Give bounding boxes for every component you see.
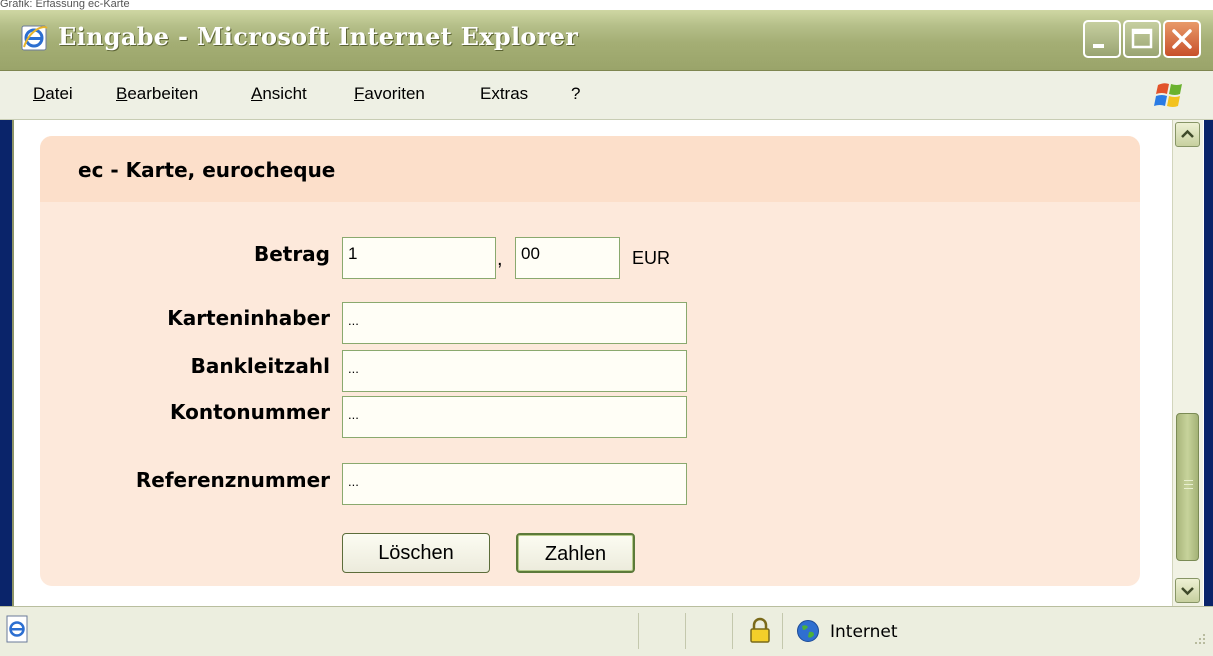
clear-button[interactable]: Löschen xyxy=(342,533,490,573)
menu-datei[interactable]: Datei xyxy=(33,84,73,104)
decimal-separator: , xyxy=(497,248,503,270)
maximize-icon xyxy=(1131,28,1153,49)
document-caption: Grafik: Erfassung ec-Karte xyxy=(0,0,1213,10)
reference-number-label: Referenznummer xyxy=(135,468,330,492)
cardholder-label: Karteninhaber xyxy=(167,306,330,330)
menu-bearbeiten[interactable]: Bearbeiten xyxy=(116,84,198,104)
minimize-button[interactable] xyxy=(1083,20,1121,58)
form-title: ec - Karte, eurocheque xyxy=(78,158,336,182)
status-divider xyxy=(732,613,733,649)
status-divider xyxy=(685,613,686,649)
scroll-up-button[interactable] xyxy=(1175,122,1200,147)
browser-window: Eingabe - Microsoft Internet Explorer Da… xyxy=(0,10,1213,656)
lock-icon xyxy=(750,617,770,643)
scroll-thumb[interactable] xyxy=(1176,413,1199,561)
account-number-input[interactable]: ... xyxy=(342,396,687,438)
maximize-button[interactable] xyxy=(1123,20,1161,58)
title-bar[interactable]: Eingabe - Microsoft Internet Explorer xyxy=(0,10,1213,71)
internet-explorer-icon xyxy=(21,25,48,51)
panel-header: ec - Karte, eurocheque xyxy=(40,136,1140,202)
close-icon xyxy=(1172,29,1192,49)
chevron-down-icon xyxy=(1181,587,1194,596)
status-divider xyxy=(782,613,783,649)
amount-label: Betrag xyxy=(253,242,330,266)
status-bar: Internet xyxy=(0,606,1213,656)
resize-grip-icon[interactable] xyxy=(1188,629,1208,649)
vertical-scrollbar[interactable] xyxy=(1172,120,1203,606)
minimize-icon xyxy=(1093,44,1104,48)
currency-label: EUR xyxy=(632,248,671,268)
status-divider xyxy=(638,613,639,649)
scroll-grip-line xyxy=(1184,488,1193,489)
menu-extras[interactable]: Extras xyxy=(480,84,528,104)
amount-euros-input[interactable]: 1 xyxy=(342,237,496,279)
menu-bar: Datei Bearbeiten Ansicht Favoriten Extra… xyxy=(0,71,1213,120)
pay-button[interactable]: Zahlen xyxy=(516,533,635,573)
account-number-label: Kontonummer xyxy=(169,400,330,424)
menu-help[interactable]: ? xyxy=(571,84,580,104)
scroll-grip-line xyxy=(1184,484,1193,485)
menu-ansicht[interactable]: Ansicht xyxy=(251,84,307,104)
bank-code-label: Bankleitzahl xyxy=(190,354,330,378)
page-content: ec - Karte, eurocheque Betrag 1 , 00 EUR… xyxy=(12,120,1204,606)
chevron-up-icon xyxy=(1181,129,1194,138)
scroll-grip-line xyxy=(1184,480,1193,481)
reference-number-input[interactable]: ... xyxy=(342,463,687,505)
windows-logo-icon xyxy=(1154,83,1182,107)
window-title: Eingabe - Microsoft Internet Explorer xyxy=(58,22,579,51)
globe-icon xyxy=(797,620,819,642)
ie-page-icon xyxy=(6,615,28,643)
bank-code-input[interactable]: ... xyxy=(342,350,687,392)
scroll-down-button[interactable] xyxy=(1175,578,1200,603)
payment-form-panel: ec - Karte, eurocheque Betrag 1 , 00 EUR… xyxy=(40,136,1140,586)
security-zone-label: Internet xyxy=(830,622,898,642)
cardholder-input[interactable]: ... xyxy=(342,302,687,344)
amount-cents-input[interactable]: 00 xyxy=(515,237,620,279)
menu-favoriten[interactable]: Favoriten xyxy=(354,84,425,104)
close-button[interactable] xyxy=(1163,20,1201,58)
